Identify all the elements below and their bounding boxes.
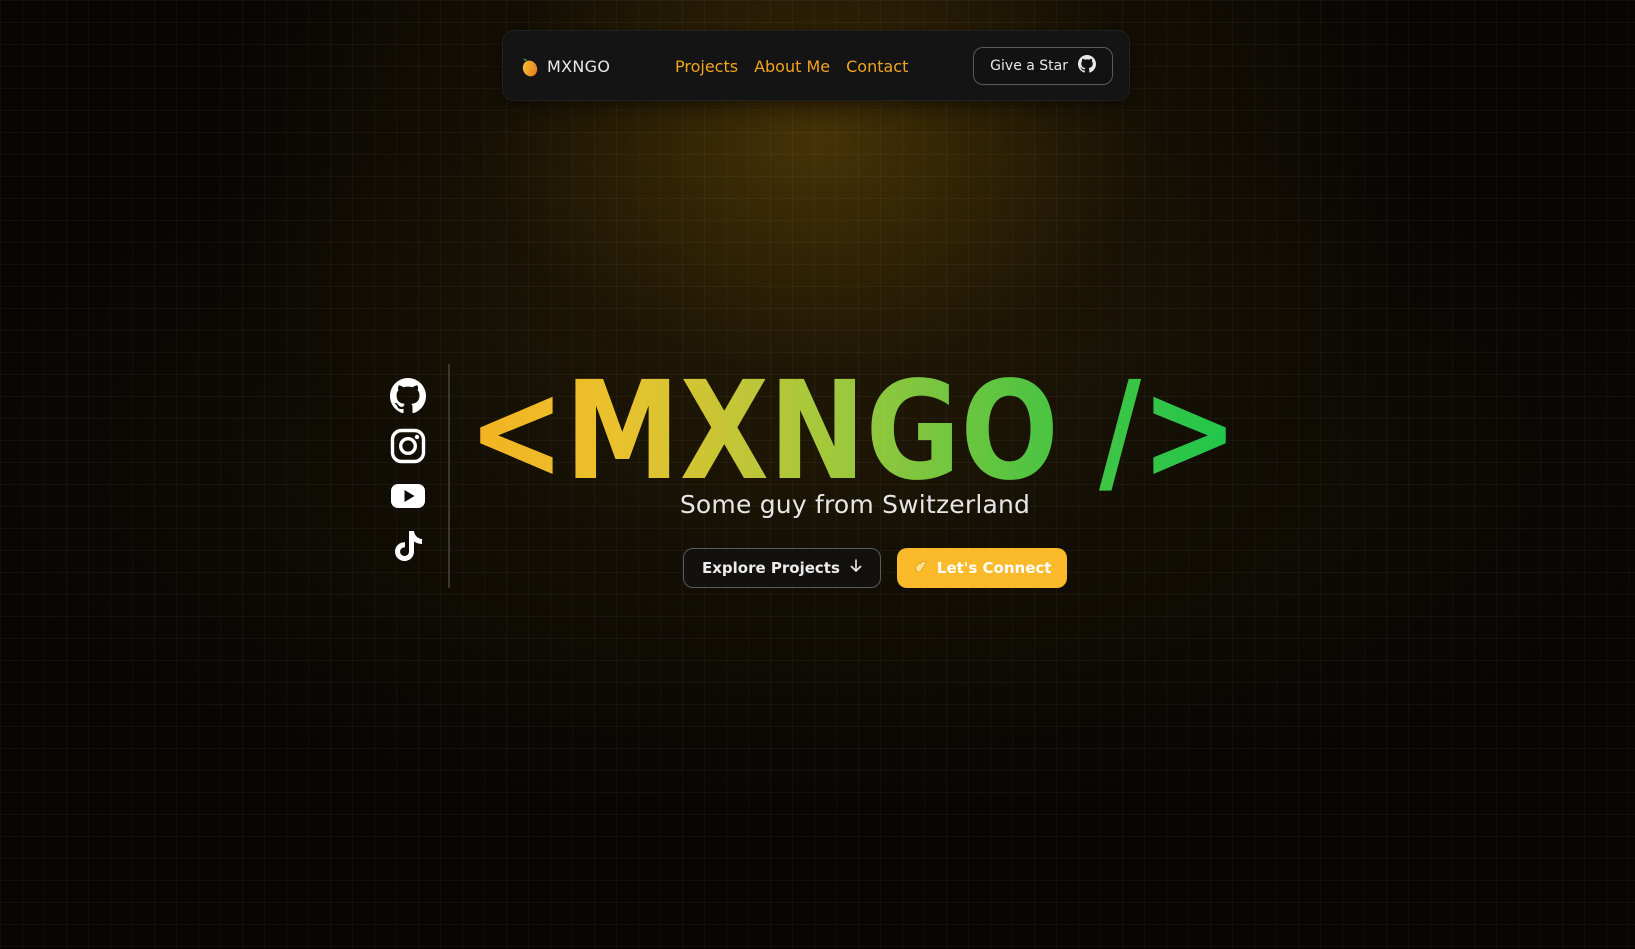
github-icon <box>1078 55 1096 77</box>
social-divider <box>448 364 450 588</box>
social-github-link[interactable] <box>390 378 426 418</box>
social-tiktok-link[interactable] <box>390 530 426 566</box>
brand-logo[interactable]: MXNGO <box>519 31 610 102</box>
nav-link-about-me[interactable]: About Me <box>754 57 830 76</box>
nav-link-contact[interactable]: Contact <box>846 57 908 76</box>
lets-connect-label: Let's Connect <box>936 559 1052 577</box>
social-youtube-link[interactable] <box>390 480 426 516</box>
hero-title: <MXNGO /> <box>468 350 1478 511</box>
explore-projects-button[interactable]: Explore Projects <box>683 548 881 588</box>
nav-links: Projects About Me Contact <box>675 31 908 102</box>
give-a-star-label: Give a Star <box>990 58 1068 74</box>
youtube-icon <box>390 478 426 518</box>
arrow-down-icon <box>850 559 862 577</box>
instagram-icon <box>390 428 426 468</box>
explore-projects-label: Explore Projects <box>702 559 840 577</box>
navbar: MXNGO Projects About Me Contact Give a S… <box>502 30 1130 101</box>
lets-connect-button[interactable]: Let's Connect <box>896 548 1068 588</box>
social-links <box>386 378 430 566</box>
tiktok-icon <box>390 528 426 568</box>
brand-name: MXNGO <box>547 57 611 76</box>
nav-link-projects[interactable]: Projects <box>675 57 738 76</box>
give-a-star-button[interactable]: Give a Star <box>973 47 1113 85</box>
hero-subtitle: Some guy from Switzerland <box>679 490 1031 519</box>
hero-title-text: <MXNGO /> <box>468 353 1238 511</box>
social-instagram-link[interactable] <box>390 428 426 468</box>
page: MXNGO Projects About Me Contact Give a S… <box>0 0 1635 949</box>
wave-hand-icon <box>913 558 929 578</box>
hero-actions: Explore Projects Let's Connect <box>683 548 1068 588</box>
mango-icon <box>519 57 539 77</box>
github-icon <box>390 378 426 418</box>
